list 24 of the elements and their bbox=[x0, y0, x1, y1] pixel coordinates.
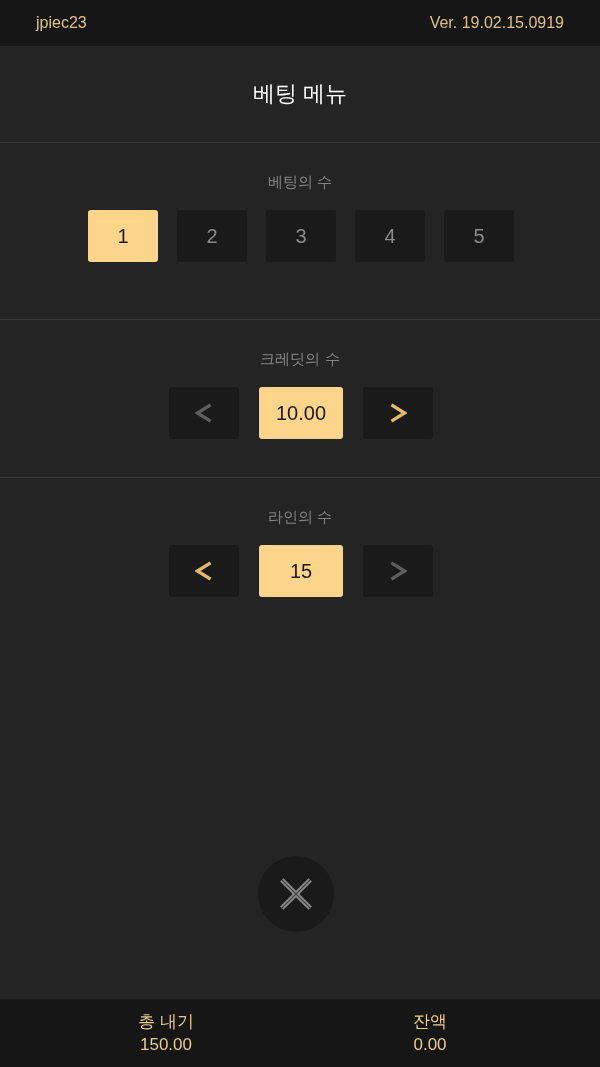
section-label: 라인의 수 bbox=[267, 507, 333, 527]
section-label: 크레딧의 수 bbox=[260, 349, 340, 369]
decrease-button[interactable] bbox=[169, 545, 239, 597]
value-display: 10.00 bbox=[259, 387, 343, 439]
menu-title: 베팅 메뉴 bbox=[252, 80, 348, 108]
chevron-left-icon bbox=[195, 560, 213, 582]
increase-button[interactable] bbox=[363, 387, 433, 439]
section-label: 베팅의 수 bbox=[267, 172, 333, 192]
chevron-right-icon bbox=[389, 402, 407, 424]
chevron-left-icon bbox=[195, 402, 213, 424]
chevron-right-icon bbox=[389, 560, 407, 582]
footer-label: 총 내기 bbox=[138, 1011, 194, 1032]
footer-label: 잔액 bbox=[413, 1011, 447, 1032]
bet-count-option[interactable]: 3 bbox=[266, 210, 336, 262]
footer-value: 150.00 bbox=[140, 1034, 192, 1055]
username-label: jpiec23 bbox=[36, 14, 87, 32]
version-label: Ver. 19.02.15.0919 bbox=[429, 14, 564, 32]
bet-count-option[interactable]: 1 bbox=[88, 210, 158, 262]
bet-count-option[interactable]: 4 bbox=[355, 210, 425, 262]
footer-value: 0.00 bbox=[413, 1034, 447, 1055]
close-icon bbox=[279, 877, 313, 911]
value-display: 15 bbox=[259, 545, 343, 597]
bet-count-option[interactable]: 5 bbox=[444, 210, 514, 262]
bet-count-option[interactable]: 2 bbox=[177, 210, 247, 262]
